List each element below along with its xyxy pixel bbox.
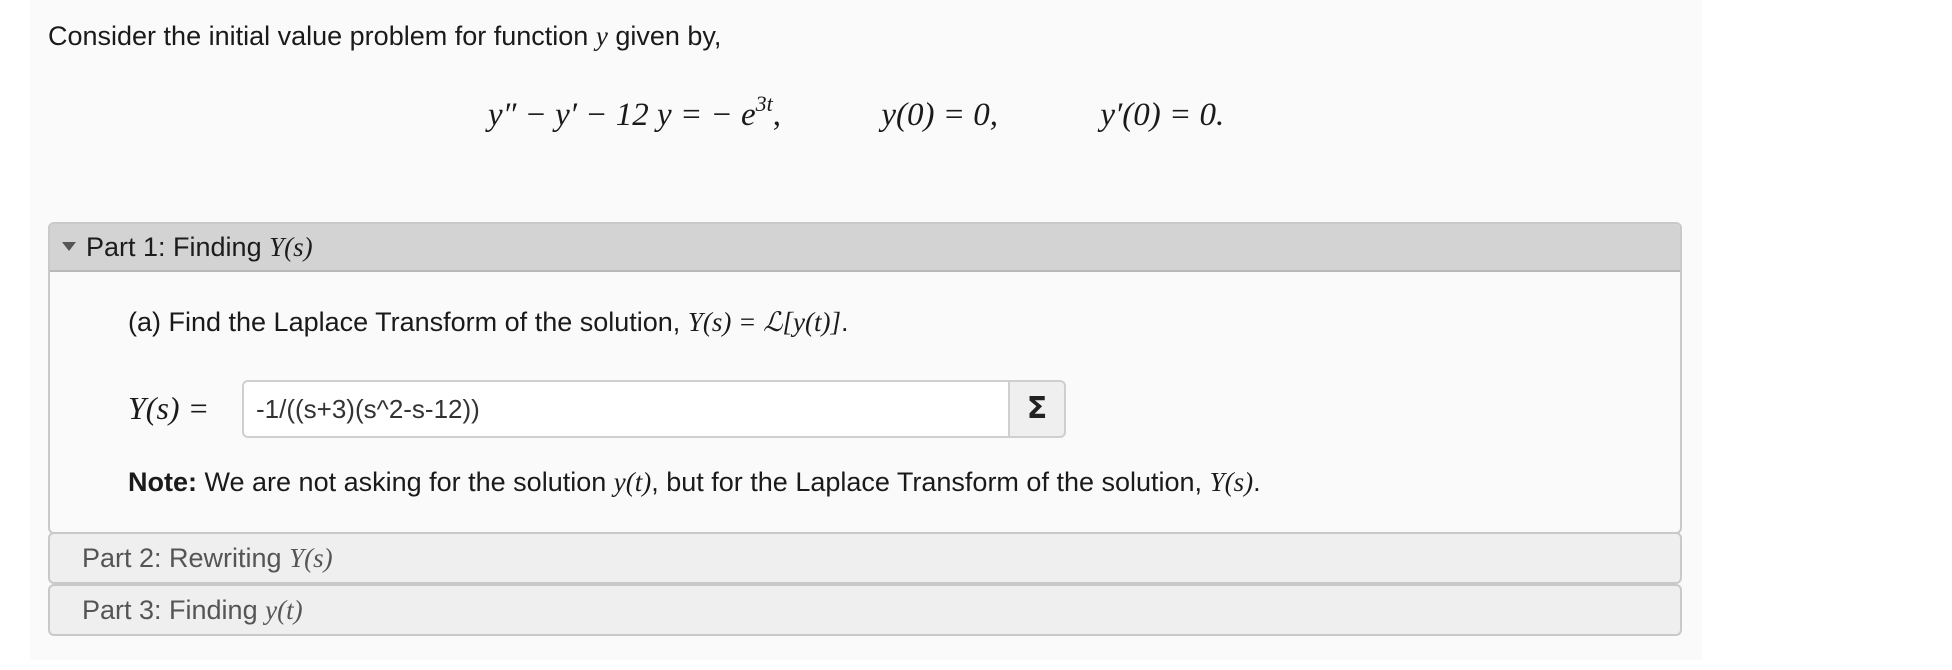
ivp-equation: y″ − y′ − 12 y = − e3t, y(0) = 0, y′(0) … bbox=[488, 82, 1224, 137]
intro-text-before: Consider the initial value problem for f… bbox=[48, 21, 589, 51]
equation-editor-button[interactable]: Σ bbox=[1008, 380, 1066, 438]
part-1-section: Part 1: Finding Y(s) (a) Find the Laplac… bbox=[48, 222, 1682, 534]
part-3-title: Part 3: Finding y(t) bbox=[82, 595, 303, 625]
part-2-title: Part 2: Rewriting Y(s) bbox=[82, 543, 333, 573]
part-1-header[interactable]: Part 1: Finding Y(s) bbox=[50, 224, 1680, 272]
part-3-header[interactable]: Part 3: Finding y(t) bbox=[48, 584, 1682, 636]
ode-exponent: 3t bbox=[755, 91, 773, 116]
note-label: Note: bbox=[128, 467, 197, 497]
part-2-header[interactable]: Part 2: Rewriting Y(s) bbox=[48, 532, 1682, 584]
intro-text-after: given by, bbox=[615, 21, 722, 51]
intro-variable: y bbox=[595, 21, 608, 51]
laplace-expression: Y(s) = ℒ[y(t)] bbox=[687, 307, 841, 337]
answer-row: Y(s) = Σ bbox=[128, 380, 1088, 440]
part-1-title: Part 1: Finding Y(s) bbox=[86, 232, 313, 262]
sigma-icon: Σ bbox=[1026, 391, 1048, 426]
caret-down-icon bbox=[62, 242, 76, 251]
initial-condition-y: y(0) = 0, bbox=[881, 97, 999, 133]
initial-condition-yprime: y′(0) = 0. bbox=[1100, 97, 1225, 133]
answer-label: Y(s) = bbox=[128, 390, 210, 426]
answer-input[interactable] bbox=[242, 380, 1008, 438]
question-a: (a) Find the Laplace Transform of the so… bbox=[128, 307, 849, 337]
problem-intro: Consider the initial value problem for f… bbox=[48, 18, 721, 54]
ode-equation: y″ − y′ − 12 y = − e3t, bbox=[488, 91, 782, 133]
note: Note: We are not asking for the solution… bbox=[128, 467, 1261, 497]
